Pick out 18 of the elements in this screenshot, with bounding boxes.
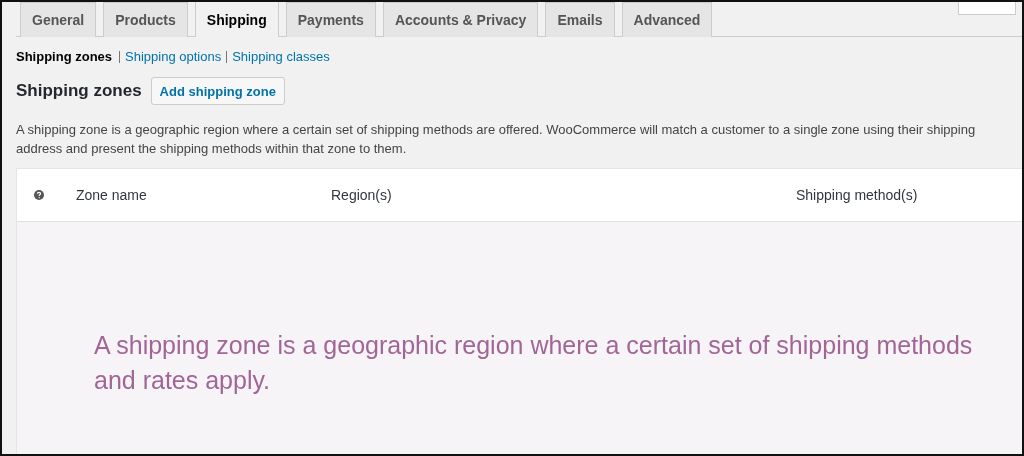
settings-tab[interactable]: Products (103, 2, 188, 37)
page-heading: Shipping zones (16, 81, 142, 101)
settings-tab[interactable]: Advanced (621, 2, 713, 37)
settings-tab[interactable]: General (20, 2, 97, 37)
subnav-link[interactable]: Shipping zones (16, 49, 113, 64)
column-header: Region(s) (331, 187, 392, 203)
column-header: Shipping method(s) (796, 187, 918, 203)
settings-tab[interactable]: Shipping (194, 2, 279, 37)
add-zone-button[interactable]: Add shipping zone (150, 77, 285, 105)
description-text: A shipping zone is a geographic region where a certain set of shipping methods are offered. WooCommerce will match a customer to a single zone using their shipping address and present the shipping methods within that zone to them. (16, 121, 977, 158)
help-icon[interactable] (34, 190, 44, 200)
settings-tab[interactable]: Emails (545, 2, 615, 37)
settings-tab[interactable]: Payments (285, 2, 376, 37)
column-header: Zone name (76, 187, 147, 203)
settings-tab[interactable]: Accounts & Privacy (382, 2, 539, 37)
subnav-link[interactable]: Shipping options (119, 50, 222, 63)
subnav-link[interactable]: Shipping classes (226, 50, 330, 63)
empty-message: A shipping zone is a geographic region where a certain set of shipping methods and rates apply. (94, 330, 974, 396)
